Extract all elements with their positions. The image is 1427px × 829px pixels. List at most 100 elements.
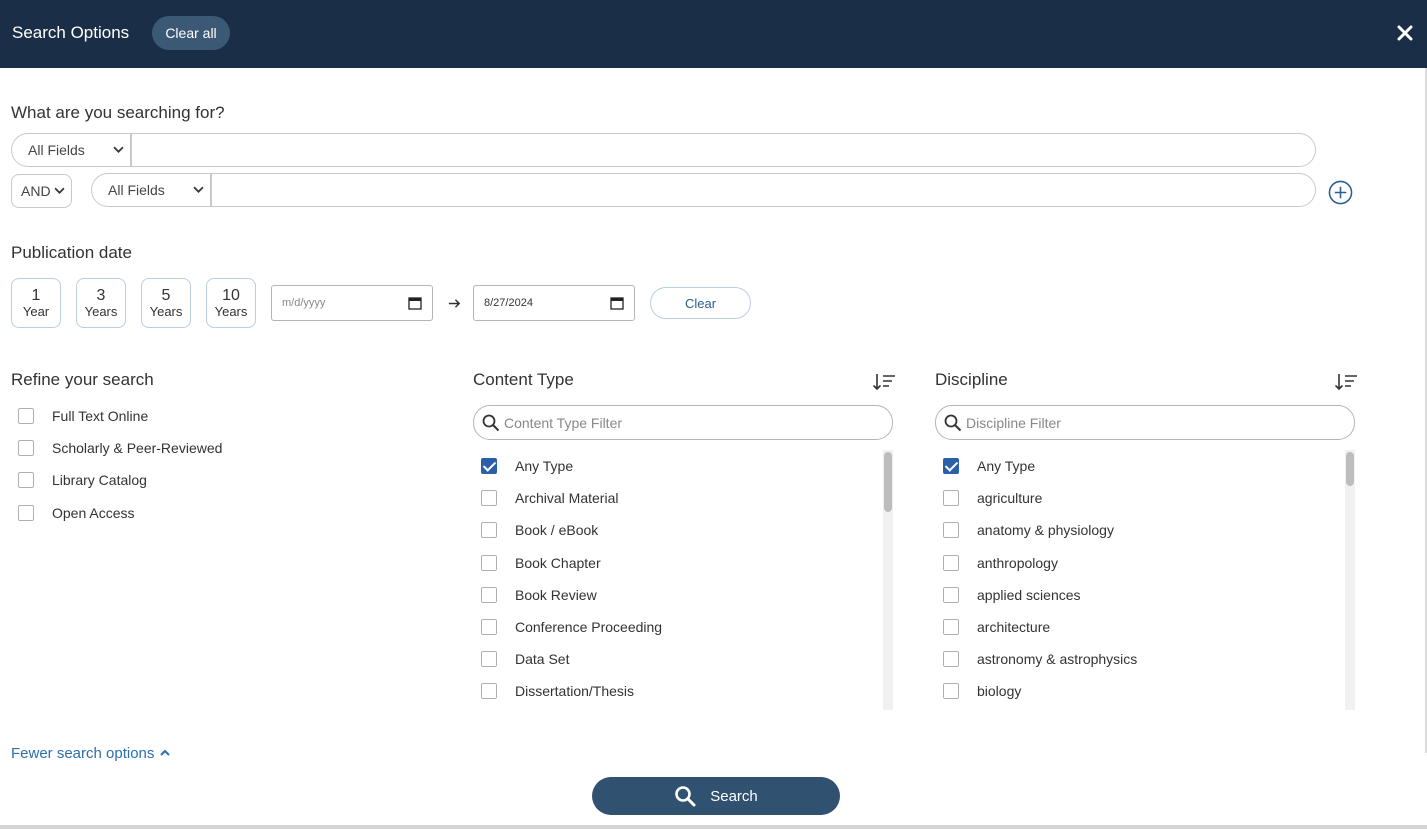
range-unit: Years [84, 303, 118, 319]
calendar-icon[interactable] [408, 296, 422, 310]
checkbox[interactable] [18, 472, 34, 488]
discipline-option[interactable]: biology [943, 681, 1021, 701]
checkbox[interactable] [481, 651, 497, 667]
checkbox[interactable] [481, 522, 497, 538]
checkbox[interactable] [481, 458, 497, 474]
range-number: 3 [96, 286, 106, 304]
checkbox[interactable] [943, 683, 959, 699]
checkbox[interactable] [481, 683, 497, 699]
refine-option-full-text[interactable]: Full Text Online [18, 406, 148, 426]
fewer-search-options-label: Fewer search options [11, 744, 155, 762]
range-unit: Years [149, 303, 183, 319]
close-icon[interactable] [1394, 22, 1416, 44]
checkbox[interactable] [18, 440, 34, 456]
refine-option-scholarly[interactable]: Scholarly & Peer-Reviewed [18, 438, 222, 458]
dialog-title: Search Options [12, 23, 130, 42]
refine-option-library-catalog[interactable]: Library Catalog [18, 470, 147, 490]
content-type-option[interactable]: Data Set [481, 649, 569, 669]
fewer-search-options-link[interactable]: Fewer search options [11, 744, 171, 762]
content-type-option[interactable]: Conference Proceeding [481, 617, 662, 637]
query-input-2[interactable] [211, 173, 1316, 207]
refine-option-label: Full Text Online [52, 408, 149, 424]
operator-select-value: AND [21, 183, 51, 199]
discipline-option-label: astronomy & astrophysics [977, 651, 1138, 667]
range-number: 1 [31, 286, 41, 304]
field-select-2[interactable]: All Fields [91, 173, 211, 207]
discipline-scrollbar[interactable] [1345, 450, 1355, 710]
discipline-option-label: anthropology [977, 555, 1058, 571]
checkbox[interactable] [481, 587, 497, 603]
search-options-header: Search Options Clear all [0, 0, 1427, 68]
content-type-option[interactable]: Book Review [481, 585, 597, 605]
field-select-1-value: All Fields [28, 142, 85, 158]
field-select-1[interactable]: All Fields [11, 133, 131, 167]
search-button-label: Search [710, 787, 758, 805]
arrow-right-icon [448, 299, 461, 308]
checkbox[interactable] [943, 587, 959, 603]
content-type-option-label: Data Set [515, 651, 570, 667]
content-type-option[interactable]: Any Type [481, 456, 573, 476]
content-type-filter-input[interactable]: Content Type Filter [473, 405, 893, 440]
sort-icon[interactable] [1334, 372, 1358, 392]
checkbox[interactable] [18, 505, 34, 521]
discipline-option[interactable]: architecture [943, 617, 1050, 637]
operator-select[interactable]: AND [11, 174, 72, 208]
date-to-input[interactable]: 8/27/2024 [473, 285, 635, 321]
discipline-filter-input[interactable]: Discipline Filter [935, 405, 1355, 440]
checkbox[interactable] [943, 619, 959, 635]
discipline-option[interactable]: astronomy & astrophysics [943, 649, 1137, 669]
date-from-input[interactable]: m/d/yyyy [271, 285, 433, 321]
checkbox[interactable] [481, 619, 497, 635]
calendar-icon[interactable] [610, 296, 624, 310]
search-button[interactable]: Search [592, 777, 840, 815]
checkbox[interactable] [943, 458, 959, 474]
query-heading: What are you searching for? [11, 103, 225, 122]
discipline-option[interactable]: anthropology [943, 553, 1058, 573]
plus-circle-icon[interactable] [1328, 180, 1353, 205]
content-type-option[interactable]: Archival Material [481, 488, 618, 508]
content-type-option[interactable]: Book / eBook [481, 520, 598, 540]
query-input-1[interactable] [131, 133, 1316, 167]
sort-icon[interactable] [872, 372, 896, 392]
discipline-option[interactable]: applied sciences [943, 585, 1081, 605]
content-type-option[interactable]: Book Chapter [481, 553, 601, 573]
scrollbar-thumb[interactable] [1346, 452, 1354, 486]
discipline-heading: Discipline [935, 370, 1008, 389]
range-1-year-button[interactable]: 1 Year [11, 278, 61, 328]
refine-option-open-access[interactable]: Open Access [18, 503, 135, 523]
discipline-option-label: biology [977, 683, 1022, 699]
checkbox[interactable] [481, 555, 497, 571]
content-type-option[interactable]: Dissertation/Thesis [481, 681, 634, 701]
checkbox[interactable] [481, 490, 497, 506]
refine-option-label: Library Catalog [52, 472, 147, 488]
range-3-years-button[interactable]: 3 Years [76, 278, 126, 328]
clear-all-button[interactable]: Clear all [152, 16, 230, 50]
range-number: 10 [222, 286, 240, 304]
discipline-option-label: Any Type [977, 458, 1036, 474]
chevron-down-icon [113, 146, 124, 153]
chevron-down-icon [54, 187, 65, 194]
content-type-scrollbar[interactable] [883, 450, 893, 710]
content-type-option-label: Archival Material [515, 490, 619, 506]
checkbox[interactable] [943, 522, 959, 538]
checkbox[interactable] [943, 490, 959, 506]
date-to-value: 8/27/2024 [484, 297, 533, 309]
range-10-years-button[interactable]: 10 Years [206, 278, 256, 328]
discipline-option[interactable]: Any Type [943, 456, 1035, 476]
checkbox[interactable] [18, 408, 34, 424]
content-type-filter-placeholder: Content Type Filter [504, 414, 623, 431]
range-number: 5 [161, 286, 171, 304]
discipline-filter-placeholder: Discipline Filter [966, 414, 1061, 431]
scrollbar-thumb[interactable] [884, 452, 892, 512]
checkbox[interactable] [943, 651, 959, 667]
chevron-down-icon [193, 186, 204, 193]
clear-date-button[interactable]: Clear [650, 287, 751, 319]
refine-heading: Refine your search [11, 370, 154, 389]
range-5-years-button[interactable]: 5 Years [141, 278, 191, 328]
discipline-option[interactable]: anatomy & physiology [943, 520, 1114, 540]
content-type-option-label: Book Chapter [515, 555, 601, 571]
search-icon [944, 414, 962, 432]
discipline-option[interactable]: agriculture [943, 488, 1042, 508]
content-type-option-label: Book Review [515, 587, 597, 603]
checkbox[interactable] [943, 555, 959, 571]
